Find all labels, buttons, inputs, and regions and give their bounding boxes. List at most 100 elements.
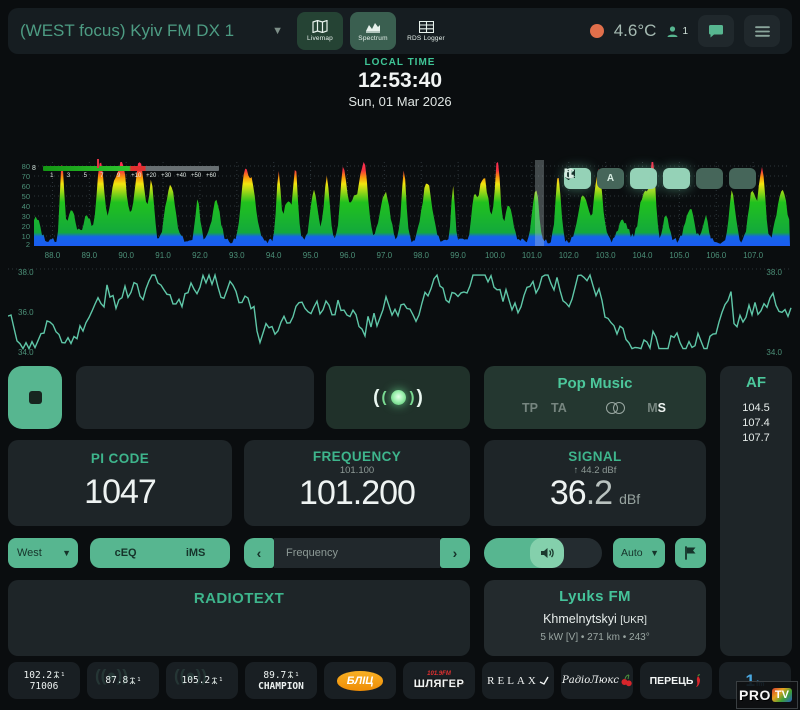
spectrum-x-tick: 99.0 [450,251,466,260]
graph-mode-button[interactable] [663,168,690,189]
spectrum-x-tick: 93.0 [229,251,245,260]
report-flag-button[interactable] [675,538,706,568]
protv-watermark: PRO TV NET.UA [736,681,798,709]
preset-button[interactable]: ((●)) 87.8 1 [87,662,159,699]
ims-button[interactable]: iMS [186,547,206,559]
spectrum-x-tick: 97.0 [377,251,393,260]
play-stop-button[interactable] [8,366,62,429]
antenna-icon [287,671,294,679]
server-title[interactable]: (WEST focus) Kyiv FM DX 1 [20,21,234,41]
tab-rds-logger[interactable]: RDS Logger [403,12,449,50]
spectrum-x-tick: 92.0 [192,251,208,260]
chat-button[interactable] [698,15,734,47]
s-meter-tick: 3 [67,173,70,179]
af-frequency[interactable]: 107.7 [720,431,792,446]
auto-scale-button[interactable]: A [597,168,624,189]
antenna-select[interactable]: West ▼ [8,538,78,568]
mode-select[interactable]: Auto ▼ [613,538,665,568]
user-icon [666,25,679,38]
clock-time: 12:53:40 [0,69,800,93]
spectrum-x-tick: 104.0 [632,251,652,260]
tab-spectrum[interactable]: Spectrum [350,12,396,50]
preset-button-lux[interactable]: РадіоЛюкс [561,662,633,699]
chat-icon [708,24,724,39]
clock-label: LOCAL TIME [0,57,800,68]
speaker-icon [540,547,554,559]
eq-button[interactable]: cEQ [115,547,137,559]
s-meter-bar [43,166,219,171]
temperature-value: 4.6°C [614,21,657,41]
spectrum-x-tick: 101.0 [522,251,542,260]
local-clock: LOCAL TIME 12:53:40 Sun, 01 Mar 2026 [0,57,800,109]
tab-label: Spectrum [358,35,387,42]
broadcast-icon: (()) [326,366,470,429]
spectrum-x-tick: 96.0 [340,251,356,260]
spectrum-y-tick: 2 [8,240,30,249]
preset-button-perets[interactable]: ПЕРЕЦЬ [640,662,712,699]
spectrum-y-tick: 30 [8,212,30,221]
eq-ims-toggle: cEQ iMS [90,538,230,568]
spectrum-y-tick: 70 [8,172,30,181]
tuning-ghost-icon: ((●)) [174,666,207,686]
preset-button-shlyager[interactable]: 101.9FM ШЛЯГЕР [403,662,475,699]
antenna-icon [211,677,218,685]
s-meter-tick: +40 [176,173,186,179]
preset-button[interactable]: ((●)) 105.2 1 [166,662,238,699]
tuned-frequency-cursor[interactable] [535,160,544,246]
refresh-button[interactable] [729,168,756,189]
watermark-tv-logo: TV [772,688,792,702]
spectrum-x-tick: 88.0 [45,251,61,260]
spectrum-graph[interactable]: 80706050403020102 88.089.090.091.092.093… [8,158,792,264]
af-frequency[interactable]: 104.5 [720,401,792,416]
tab-label: Livemap [307,35,333,42]
af-title: AF [720,366,792,391]
preset-button-relax[interactable]: RELAX [482,662,554,699]
s-meter-tick: +30 [161,173,171,179]
spectrum-x-tick: 95.0 [303,251,319,260]
temperature-dot-icon [590,24,604,38]
preset-button[interactable]: 102.2 1 71006 [8,662,80,699]
vertical-zoom-button[interactable] [630,168,657,189]
radio-lux-logo: РадіоЛюкс [562,674,632,687]
spectrum-x-tick: 106.0 [706,251,726,260]
antenna-icon [129,677,136,685]
chevron-down-icon: ▼ [650,548,659,558]
watermark-pro: PRO [739,687,771,703]
frequency-title: FREQUENCY [244,440,470,464]
cherries-icon [621,674,632,687]
frequency-value[interactable]: 101.200 [244,476,470,510]
fm-dx-webserver: (WEST focus) Kyiv FM DX 1 ▼ Livemap Spec… [0,0,800,710]
preset-ps: 71006 [30,681,59,692]
table-icon [419,21,434,33]
pty-text: Pop Music [484,366,706,392]
clock-date: Sun, 01 Mar 2026 [0,94,800,109]
tuning-control: ‹ › [244,538,470,568]
spectrum-x-tick: 103.0 [596,251,616,260]
signal-history-graph: 38.0 36.0 34.0 38.0 34.0 [8,268,792,360]
s-meter-value: 8 [32,165,36,172]
ta-flag: TA [551,401,567,415]
pi-code-panel: PI CODE 1047 [8,440,232,526]
pause-button[interactable] [696,168,723,189]
menu-button[interactable] [744,15,780,47]
af-frequency[interactable]: 107.4 [720,416,792,431]
flag-icon [684,546,697,560]
frequency-input[interactable] [274,538,440,568]
chevron-down-icon[interactable]: ▼ [272,25,283,37]
volume-thumb[interactable] [530,538,564,568]
preset-button-blits[interactable]: БЛІЦ [324,662,396,699]
station-details: 5 kW [V] • 271 km • 243° [484,632,706,643]
station-name[interactable]: Lyuks FM [484,580,706,605]
signal-panel: SIGNAL ↑ 44.2 dBf 36.2 dBf [484,440,706,526]
step-up-button[interactable]: › [440,538,470,568]
s-meter-tick: +60 [206,173,216,179]
af-panel: AF 104.5107.4107.7 [720,366,792,656]
preset-button[interactable]: 89.7 1 CHAMPION [245,662,317,699]
tuning-ghost-icon: ((●)) [95,666,128,686]
tab-livemap[interactable]: Livemap [297,12,343,50]
s-meter-tick: 9 [117,173,120,179]
volume-slider[interactable] [484,538,602,568]
step-down-button[interactable]: ‹ [244,538,274,568]
relax-logo: RELAX [487,675,549,687]
antenna-icon [53,671,60,679]
